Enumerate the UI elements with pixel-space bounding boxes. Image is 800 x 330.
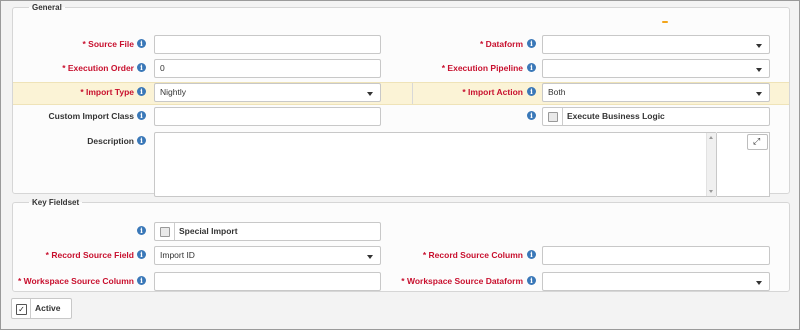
execution-pipeline-label: * Execution Pipeline — [441, 63, 523, 73]
import-type-select[interactable]: Nightly — [154, 83, 381, 102]
row-import-type: * Import Type i Nightly * Import Action … — [13, 82, 789, 105]
custom-import-class-input[interactable] — [154, 107, 381, 126]
workspace-source-column-label: * Workspace Source Column — [17, 276, 134, 286]
record-source-field-label: * Record Source Field — [45, 250, 134, 260]
workspace-source-dataform-label: * Workspace Source Dataform — [401, 276, 523, 286]
record-source-column-label: * Record Source Column — [422, 250, 523, 260]
info-icon[interactable]: i — [527, 39, 536, 48]
scroll-down-icon[interactable] — [709, 190, 713, 193]
info-icon[interactable]: i — [137, 136, 146, 145]
row-record-source-field: * Record Source Field i Import ID * Reco… — [13, 245, 789, 267]
source-file-label: * Source File — [82, 39, 135, 49]
info-icon[interactable]: i — [137, 226, 146, 235]
info-icon[interactable]: i — [527, 276, 536, 285]
special-import-checkbox[interactable]: Special Import — [154, 222, 381, 241]
checkbox-box[interactable] — [548, 112, 558, 122]
import-action-label: * Import Action — [462, 87, 523, 97]
row-execution-order: * Execution Order i 0 * Execution Pipeli… — [13, 58, 789, 80]
execute-business-logic-checkbox[interactable]: Execute Business Logic — [542, 107, 770, 126]
chevron-down-icon — [756, 281, 762, 285]
row-source-file: * Source File i * Dataform i — [13, 34, 789, 56]
import-action-select[interactable]: Both — [542, 83, 770, 102]
import-settings-panel: General * Source File i * Dataform i * E… — [0, 0, 800, 330]
execute-business-logic-label: Execute Business Logic — [562, 108, 665, 125]
general-legend: General — [32, 3, 62, 12]
expand-button[interactable]: ⤢ — [747, 134, 768, 150]
row-custom-import-class: Custom Import Class i i Execute Business… — [13, 106, 789, 128]
info-icon[interactable]: i — [137, 63, 146, 72]
row-special-import: i Special Import — [13, 221, 789, 243]
textarea-scrollbar[interactable] — [706, 133, 716, 196]
info-icon[interactable]: i — [137, 87, 146, 96]
info-icon[interactable]: i — [137, 250, 146, 259]
execution-order-input[interactable]: 0 — [154, 59, 381, 78]
info-icon[interactable]: i — [137, 39, 146, 48]
checkbox-box[interactable] — [160, 227, 170, 237]
key-fieldset-legend: Key Fieldset — [32, 198, 80, 207]
record-source-column-input[interactable] — [542, 246, 770, 265]
key-fieldset-section: Key Fieldset i Special Import * Record S… — [12, 198, 790, 292]
info-icon[interactable]: i — [527, 87, 536, 96]
scroll-up-icon[interactable] — [709, 136, 713, 139]
info-icon[interactable]: i — [527, 63, 536, 72]
section-resize-handle[interactable] — [662, 21, 668, 23]
special-import-label: Special Import — [174, 223, 238, 240]
chevron-down-icon — [367, 92, 373, 96]
workspace-source-column-input[interactable] — [154, 272, 381, 291]
check-icon[interactable]: ✓ — [16, 304, 27, 315]
info-icon[interactable]: i — [137, 111, 146, 120]
custom-import-class-label: Custom Import Class — [48, 111, 135, 121]
active-checkbox[interactable]: ✓ Active — [11, 298, 72, 319]
record-source-field-select[interactable]: Import ID — [154, 246, 381, 265]
row-description: Description i ⤢ — [13, 130, 789, 200]
chevron-down-icon — [756, 92, 762, 96]
chevron-down-icon — [756, 44, 762, 48]
execution-pipeline-select[interactable] — [542, 59, 770, 78]
dataform-label: * Dataform — [480, 39, 523, 49]
expand-icon: ⤢ — [753, 137, 761, 147]
import-type-label: * Import Type — [80, 87, 134, 97]
workspace-source-dataform-select[interactable] — [542, 272, 770, 291]
active-label: Active — [30, 299, 61, 318]
execution-order-label: * Execution Order — [62, 63, 134, 73]
chevron-down-icon — [756, 68, 762, 72]
chevron-down-icon — [367, 255, 373, 259]
row-workspace-source: * Workspace Source Column i * Workspace … — [13, 271, 789, 293]
description-textarea[interactable] — [154, 132, 717, 197]
dataform-select[interactable] — [542, 35, 770, 54]
source-file-input[interactable] — [154, 35, 381, 54]
description-label: Description — [87, 136, 134, 146]
general-section: General * Source File i * Dataform i * E… — [12, 3, 790, 197]
info-icon[interactable]: i — [527, 250, 536, 259]
info-icon[interactable]: i — [137, 276, 146, 285]
info-icon[interactable]: i — [527, 111, 536, 120]
